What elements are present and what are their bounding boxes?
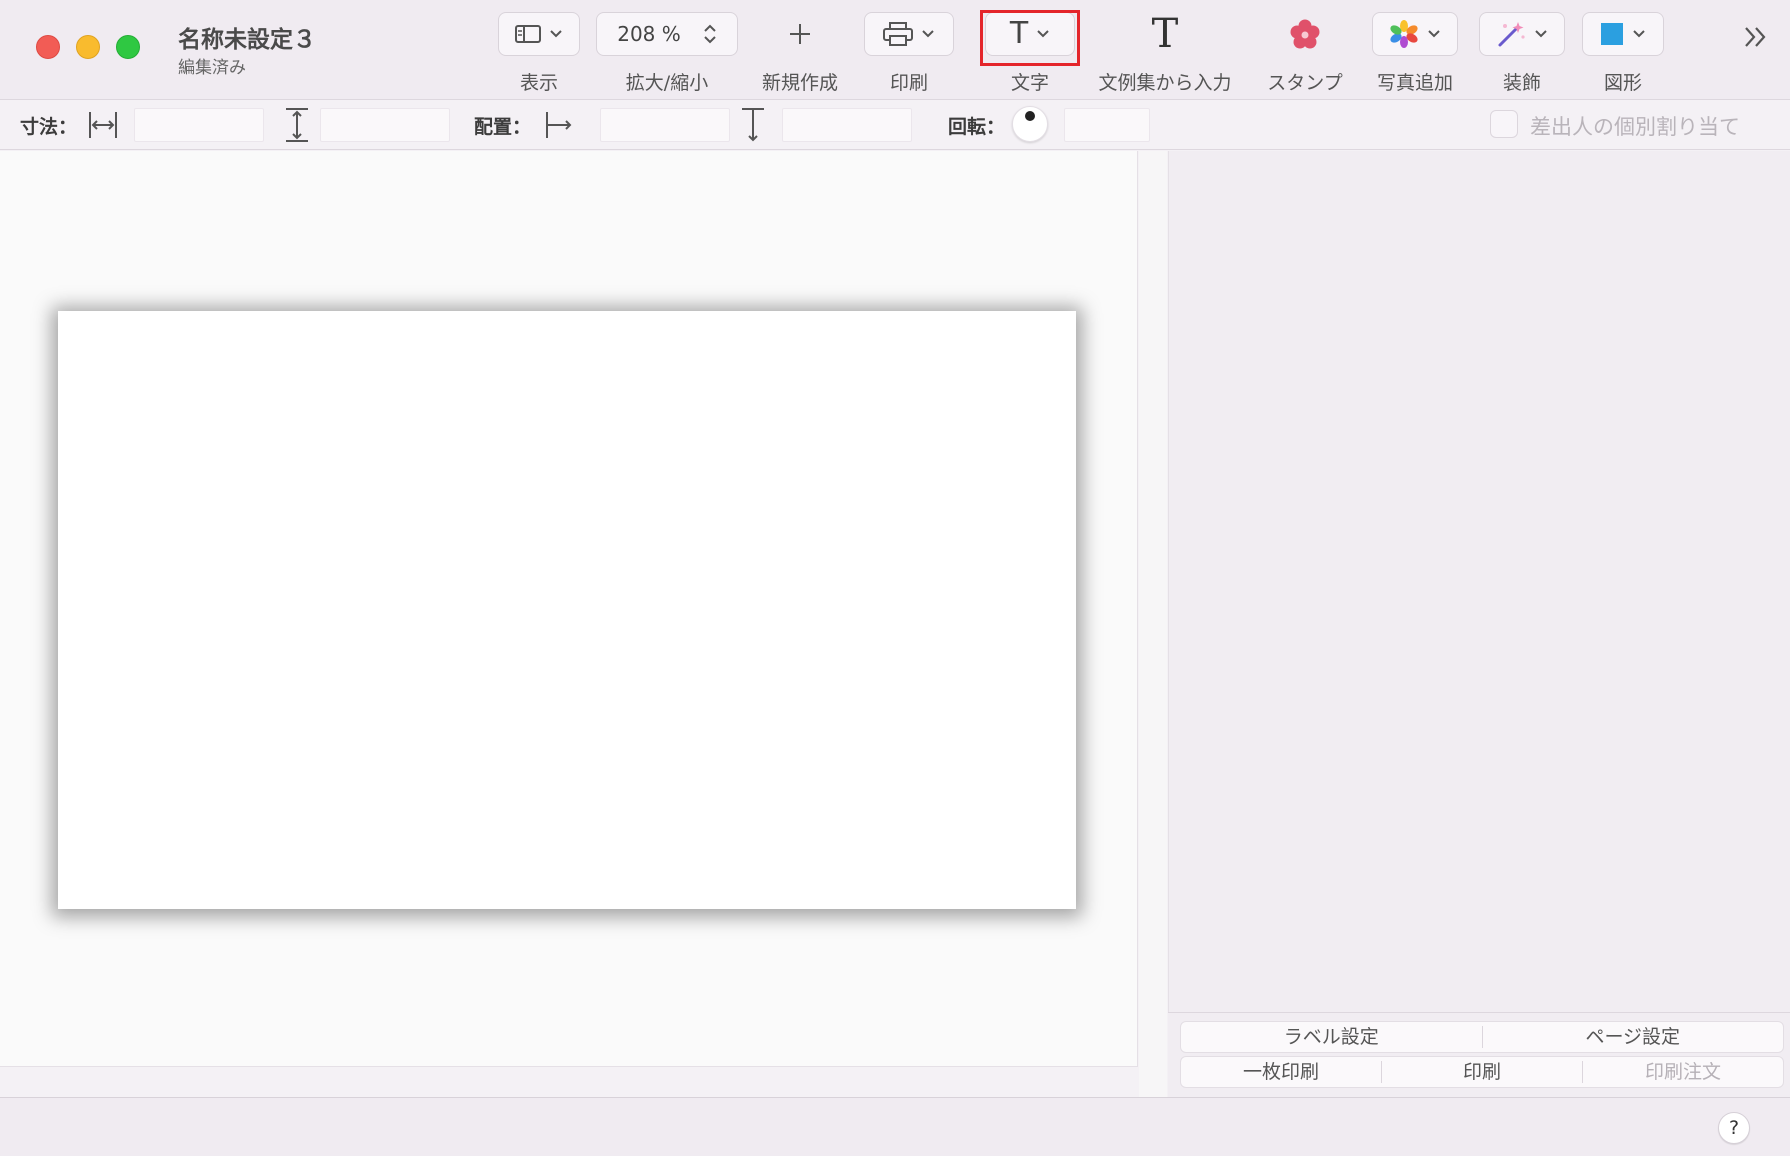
square-shape-icon bbox=[1601, 23, 1623, 45]
photo-label: 写真追加 bbox=[1376, 72, 1453, 94]
photos-icon bbox=[1390, 20, 1418, 48]
width-input[interactable] bbox=[134, 108, 264, 142]
phrase-button[interactable]: T bbox=[1090, 12, 1240, 56]
phrase-label: 文例集から入力 bbox=[1098, 72, 1232, 94]
canvas-area[interactable] bbox=[0, 151, 1138, 1067]
x-position-icon bbox=[546, 112, 572, 138]
print-order-button[interactable]: 印刷注文 bbox=[1583, 1061, 1783, 1083]
stamp-button[interactable] bbox=[1262, 12, 1348, 56]
y-position-icon bbox=[742, 108, 764, 142]
shape-button[interactable] bbox=[1582, 12, 1664, 56]
view-button[interactable] bbox=[498, 12, 580, 56]
close-window-button[interactable] bbox=[36, 35, 60, 59]
print-button[interactable] bbox=[864, 12, 954, 56]
magic-wand-icon bbox=[1498, 22, 1525, 47]
panel-action-buttons: ラベル設定 ページ設定 一枚印刷 印刷 印刷注文 bbox=[1168, 1012, 1790, 1097]
text-button[interactable]: T bbox=[985, 12, 1075, 56]
text-label: 文字 bbox=[1010, 72, 1049, 94]
rotate-label: 回転： bbox=[948, 116, 1006, 138]
zoom-value: 208 % bbox=[617, 22, 681, 46]
help-button[interactable]: ? bbox=[1718, 1112, 1750, 1144]
stamp-label: スタンプ bbox=[1267, 72, 1343, 94]
label-paper[interactable] bbox=[58, 311, 1076, 909]
size-label: 寸法： bbox=[20, 116, 78, 138]
individual-sender-label: 差出人の個別割り当て bbox=[1530, 115, 1740, 139]
printer-icon bbox=[883, 22, 913, 46]
rotation-dial[interactable] bbox=[1012, 106, 1048, 142]
width-arrows-icon bbox=[89, 112, 117, 138]
new-label: 新規作成 bbox=[761, 72, 838, 94]
canvas-divider bbox=[1139, 151, 1167, 1097]
chevron-down-icon bbox=[1633, 30, 1645, 38]
height-arrows-icon bbox=[286, 108, 308, 142]
x-position-input[interactable] bbox=[600, 108, 730, 142]
chevron-down-icon bbox=[1428, 30, 1440, 38]
chevron-down-icon bbox=[1037, 30, 1049, 38]
flower-stamp-icon bbox=[1290, 19, 1320, 49]
toolbar: 名称未設定３ 編集済み 表示 208 % 拡大/縮小 新規作成 印刷 T 文字 … bbox=[0, 0, 1790, 100]
shape-label: 図形 bbox=[1603, 72, 1642, 94]
print-segment: 一枚印刷 印刷 印刷注文 bbox=[1180, 1056, 1784, 1088]
single-print-button[interactable]: 一枚印刷 bbox=[1181, 1061, 1382, 1083]
photo-button[interactable] bbox=[1372, 12, 1458, 56]
zoom-label: 拡大/縮小 bbox=[625, 72, 709, 94]
chevron-down-icon bbox=[550, 30, 562, 38]
sidebar-layout-icon bbox=[515, 25, 541, 43]
chevron-down-icon bbox=[1535, 30, 1547, 38]
document-status: 編集済み bbox=[178, 58, 246, 78]
property-bar: 寸法： 配置： 回転： bbox=[0, 100, 1790, 150]
decor-button[interactable] bbox=[1479, 12, 1565, 56]
zoom-window-button[interactable] bbox=[116, 35, 140, 59]
height-input[interactable] bbox=[320, 108, 450, 142]
toolbar-overflow-icon[interactable] bbox=[1740, 22, 1770, 52]
up-down-chevron-icon[interactable] bbox=[703, 22, 717, 46]
rotation-dial-dot bbox=[1025, 111, 1035, 121]
chevron-down-icon bbox=[922, 30, 934, 38]
plus-icon bbox=[790, 24, 810, 44]
individual-sender-checkbox[interactable] bbox=[1490, 110, 1518, 138]
serif-t-icon: T bbox=[1151, 11, 1179, 57]
status-bar bbox=[0, 1097, 1790, 1156]
document-title: 名称未設定３ bbox=[178, 27, 316, 53]
label-settings-button[interactable]: ラベル設定 bbox=[1181, 1026, 1483, 1048]
side-panel bbox=[1168, 151, 1790, 1097]
decor-label: 装飾 bbox=[1502, 72, 1541, 94]
zoom-stepper[interactable]: 208 % bbox=[596, 12, 738, 56]
rotate-input[interactable] bbox=[1064, 108, 1150, 142]
y-position-input[interactable] bbox=[782, 108, 912, 142]
view-label: 表示 bbox=[519, 72, 558, 94]
settings-segment: ラベル設定 ページ設定 bbox=[1180, 1021, 1784, 1053]
minimize-window-button[interactable] bbox=[76, 35, 100, 59]
text-t-icon: T bbox=[1009, 16, 1029, 51]
print-label: 印刷 bbox=[889, 72, 928, 94]
position-label: 配置： bbox=[474, 116, 532, 138]
page-settings-button[interactable]: ページ設定 bbox=[1483, 1026, 1784, 1048]
new-button[interactable] bbox=[756, 12, 844, 56]
print-button-panel[interactable]: 印刷 bbox=[1382, 1061, 1583, 1083]
